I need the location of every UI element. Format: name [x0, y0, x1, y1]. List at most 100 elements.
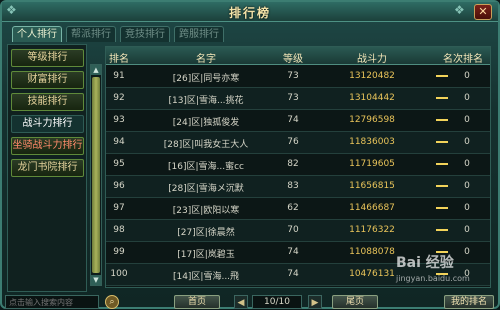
table-row[interactable]: 95 [16]区|雪海...蜜cc 82 11719605 0	[106, 154, 490, 176]
rank-cell: 92	[113, 93, 125, 103]
rank-change-cell: 0	[464, 181, 470, 191]
no-change-icon	[436, 141, 448, 143]
sidebar-item-academy[interactable]: 龙门书院排行	[11, 159, 84, 177]
name-cell: [24]区|独孤俊发	[172, 118, 240, 128]
power-cell: 11466687	[349, 203, 395, 213]
sidebar-item-combat-power[interactable]: 战斗力排行	[11, 115, 84, 133]
level-cell: 73	[287, 71, 299, 81]
watermark-logo: Bai 经验	[396, 255, 454, 271]
table-row[interactable]: 93 [24]区|独孤俊发 74 12796598 0	[106, 110, 490, 132]
rank-cell: 100	[110, 269, 128, 279]
watermark: Bai 经验 jingyan.baidu.com	[396, 252, 496, 292]
sidebar-item-mount-power[interactable]: 坐骑战斗力排行	[11, 137, 84, 155]
rank-cell: 96	[113, 181, 125, 191]
search-icon[interactable]: ⌕	[105, 295, 119, 309]
close-button[interactable]: ✕	[474, 4, 492, 20]
name-cell: [16]区|雪海...蜜cc	[168, 162, 244, 172]
level-cell: 70	[287, 225, 299, 235]
power-cell: 13120482	[349, 71, 395, 81]
level-cell: 76	[287, 137, 299, 147]
rank-change-cell: 0	[464, 93, 470, 103]
level-cell: 73	[287, 93, 299, 103]
no-change-icon	[436, 163, 448, 165]
scroll-down-icon[interactable]: ▼	[91, 275, 101, 285]
sidebar-item-wealth[interactable]: 财富排行	[11, 71, 84, 89]
my-rank-button[interactable]: 我的排名	[444, 295, 494, 309]
rank-change-cell: 0	[464, 115, 470, 125]
table-row[interactable]: 91 [26]区|同号亦寒 73 13120482 0	[106, 66, 490, 88]
rank-cell: 98	[113, 225, 125, 235]
watermark-url: jingyan.baidu.com	[396, 274, 470, 283]
no-change-icon	[436, 75, 448, 77]
power-cell: 12796598	[349, 115, 395, 125]
header-power: 战斗力	[357, 54, 387, 65]
rank-cell: 99	[113, 247, 125, 257]
rank-cell: 97	[113, 203, 125, 213]
page-indicator: 10/10	[252, 295, 302, 309]
power-cell: 11836003	[349, 137, 395, 147]
ranking-window: ❖ 排行榜 ❖ ✕ 个人排行 帮派排行 竞技排行 跨服排行 等级排行 财富排行 …	[0, 0, 500, 309]
prev-page-icon[interactable]: ◀	[234, 295, 248, 309]
tab-guild[interactable]: 帮派排行	[66, 26, 116, 42]
title-bar: ❖ 排行榜 ❖ ✕	[2, 2, 498, 22]
rank-change-cell: 0	[464, 71, 470, 81]
table-header: 排名 名字 等级 战斗力 名次排名	[106, 47, 490, 65]
no-change-icon	[436, 229, 448, 231]
scroll-up-icon[interactable]: ▲	[91, 65, 101, 75]
power-cell: 13104442	[349, 93, 395, 103]
sidebar-item-skill[interactable]: 技能排行	[11, 93, 84, 111]
ornament-icon: ❖	[454, 3, 465, 17]
power-cell: 11719605	[349, 159, 395, 169]
tab-arena[interactable]: 竞技排行	[120, 26, 170, 42]
search-input[interactable]	[5, 295, 99, 309]
window-title: 排行榜	[228, 6, 271, 20]
tab-personal[interactable]: 个人排行	[12, 26, 62, 42]
no-change-icon	[436, 185, 448, 187]
level-cell: 83	[287, 181, 299, 191]
name-cell: [28]区|叫我女王大人	[163, 140, 249, 150]
table-row[interactable]: 98 [27]区|徐晨然 70 11176322 0	[106, 220, 490, 242]
name-cell: [17]区|岚碧玉	[177, 250, 235, 260]
scrollbar[interactable]: ▲ ▼	[90, 64, 102, 286]
name-cell: [13]区|雪海...挑花	[168, 96, 244, 106]
no-change-icon	[436, 207, 448, 209]
sidebar-item-level[interactable]: 等级排行	[11, 49, 84, 67]
no-change-icon	[436, 119, 448, 121]
name-cell: [28]区|雪海メ沉默	[168, 184, 244, 194]
header-name: 名字	[196, 54, 216, 65]
rank-change-cell: 0	[464, 159, 470, 169]
name-cell: [26]区|同号亦寒	[172, 74, 240, 84]
next-page-icon[interactable]: ▶	[308, 295, 322, 309]
rank-cell: 95	[113, 159, 125, 169]
power-cell: 11656815	[349, 181, 395, 191]
level-cell: 74	[287, 115, 299, 125]
tab-cross-server[interactable]: 跨服排行	[174, 26, 224, 42]
power-cell: 11176322	[349, 225, 395, 235]
table-row[interactable]: 92 [13]区|雪海...挑花 73 13104442 0	[106, 88, 490, 110]
level-cell: 82	[287, 159, 299, 169]
table-row[interactable]: 97 [23]区|欧阳以寒 62 11466687 0	[106, 198, 490, 220]
name-cell: [14]区|雪海...飛	[172, 272, 240, 282]
rank-change-cell: 0	[464, 137, 470, 147]
ornament-icon: ❖	[6, 3, 17, 17]
header-level: 等级	[283, 54, 303, 65]
rank-cell: 94	[113, 137, 125, 147]
name-cell: [27]区|徐晨然	[177, 228, 235, 238]
rank-change-cell: 0	[464, 203, 470, 213]
rank-cell: 93	[113, 115, 125, 125]
no-change-icon	[436, 97, 448, 99]
scroll-thumb[interactable]	[92, 77, 100, 273]
table-row[interactable]: 94 [28]区|叫我女王大人 76 11836003 0	[106, 132, 490, 154]
table-row[interactable]: 96 [28]区|雪海メ沉默 83 11656815 0	[106, 176, 490, 198]
rank-change-cell: 0	[464, 225, 470, 235]
level-cell: 74	[287, 269, 299, 279]
first-page-button[interactable]: 首页	[174, 295, 220, 309]
header-rank: 排名	[109, 54, 129, 65]
rank-cell: 91	[113, 71, 125, 81]
category-sidebar: 等级排行 财富排行 技能排行 战斗力排行 坐骑战斗力排行 龙门书院排行	[7, 44, 87, 292]
level-cell: 74	[287, 247, 299, 257]
footer-bar: ⌕ 首页 ◀ 10/10 ▶ 尾页 我的排名	[2, 295, 498, 309]
level-cell: 62	[287, 203, 299, 213]
name-cell: [23]区|欧阳以寒	[172, 206, 240, 216]
last-page-button[interactable]: 尾页	[332, 295, 378, 309]
